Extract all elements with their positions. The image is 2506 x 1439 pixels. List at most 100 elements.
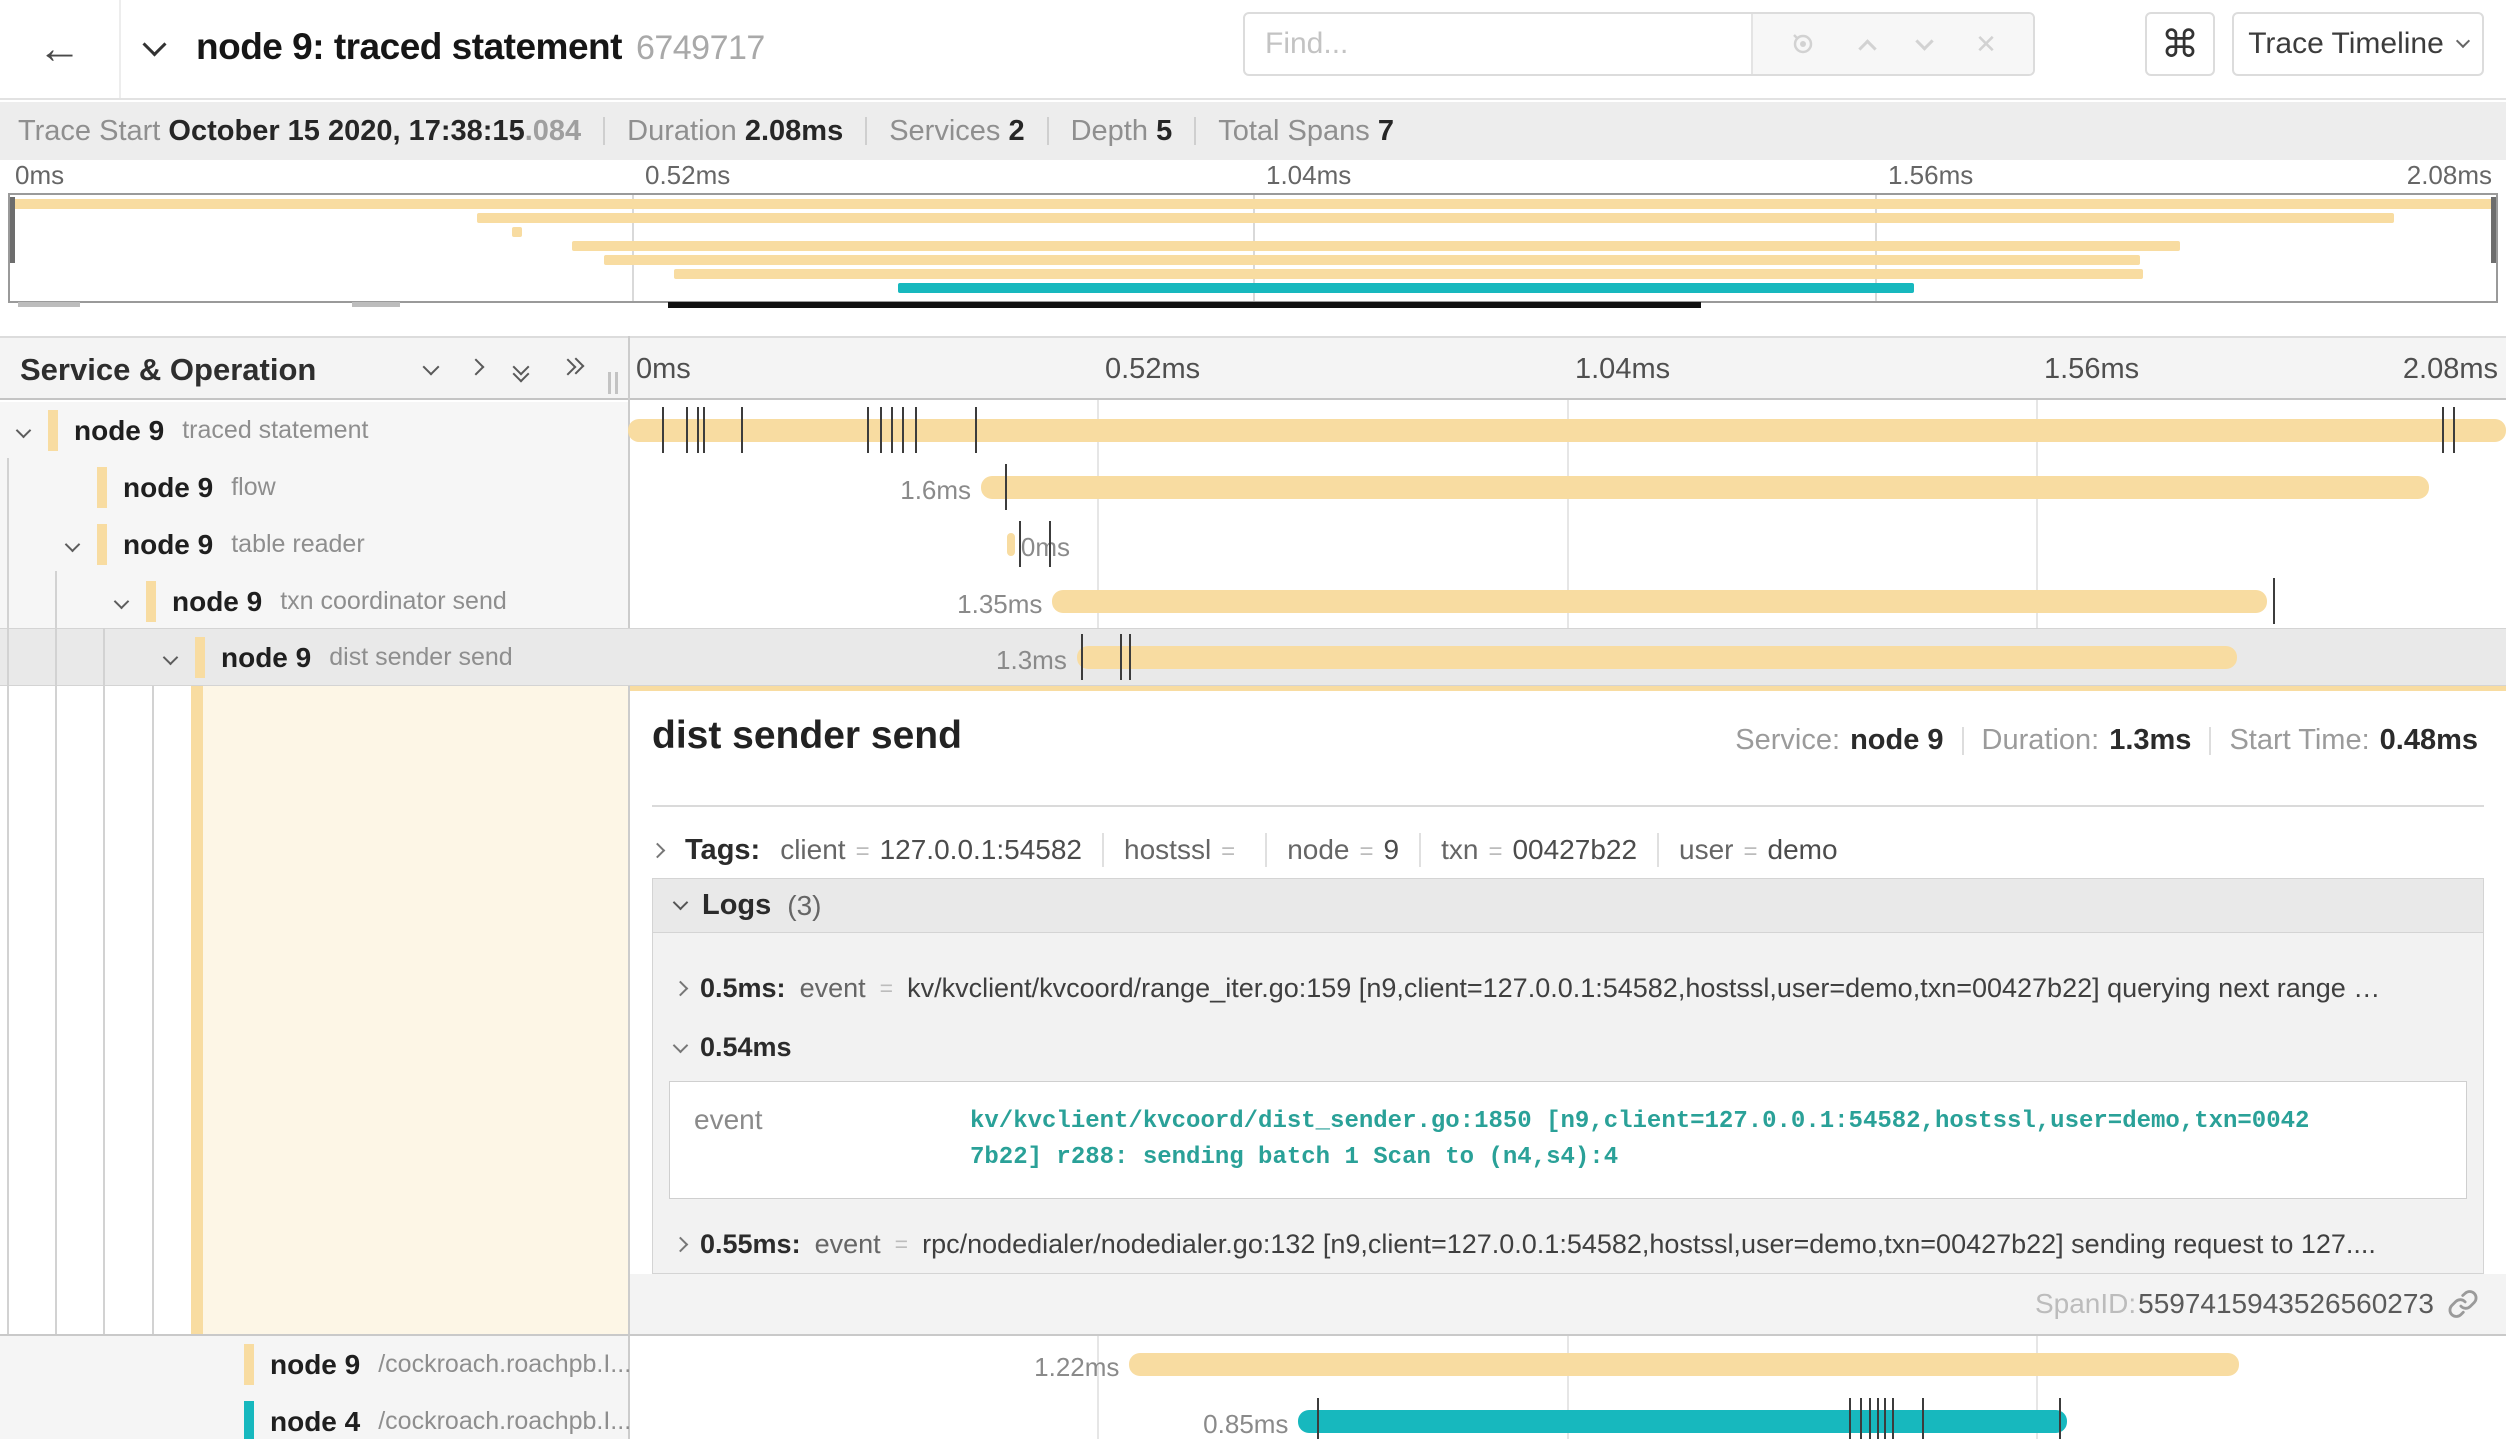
row-chevron-icon[interactable] xyxy=(165,652,195,663)
depth-value: 5 xyxy=(1156,115,1172,147)
start-time-meta-value: 0.48ms xyxy=(2380,724,2478,757)
log-tick-marks xyxy=(628,1336,2506,1393)
span-color-swatch xyxy=(244,1344,254,1385)
collapse-all-icon[interactable] xyxy=(515,360,527,377)
service-meta-label: Service: xyxy=(1735,724,1840,757)
row-chevron-icon[interactable] xyxy=(116,596,146,607)
services-value: 2 xyxy=(1008,115,1024,147)
column-resize-grip[interactable] xyxy=(608,372,622,394)
axis-tick: 2.08ms xyxy=(2403,353,2498,386)
deep-link-icon[interactable] xyxy=(2446,1287,2480,1321)
trace-start-label: Trace Start xyxy=(18,115,160,147)
minimap-selection-underline xyxy=(668,302,1701,308)
service-name: node 9 xyxy=(74,415,164,447)
locate-icon[interactable] xyxy=(1789,30,1817,58)
detail-divider xyxy=(652,805,2484,807)
axis-tick: 0.52ms xyxy=(645,160,730,191)
operation-name: flow xyxy=(231,473,275,502)
log-entry[interactable]: 0.5ms: event = kv/kvclient/kvcoord/range… xyxy=(653,957,2483,1019)
log-time: 0.54ms xyxy=(700,1032,792,1063)
service-name: node 9 xyxy=(270,1349,360,1381)
log-event-table: event kv/kvclient/kvcoord/dist_sender.go… xyxy=(669,1081,2467,1199)
span-id-strip: SpanID: 5597415943526560273 xyxy=(630,1274,2506,1334)
span-color-swatch xyxy=(97,467,107,508)
span-row[interactable]: node 9 traced statement xyxy=(0,402,2506,459)
axis-tick: 2.08ms xyxy=(2407,160,2492,191)
prev-match-icon[interactable] xyxy=(1861,34,1874,55)
minimap-right-handle[interactable] xyxy=(2491,197,2496,263)
log-tick-marks xyxy=(628,459,2506,516)
span-detail-panel: dist sender send Service:node 9 Duration… xyxy=(630,686,2506,1334)
log-entry-expanded[interactable]: 0.54ms xyxy=(653,1019,2483,1075)
clear-find-icon[interactable]: ✕ xyxy=(1975,29,1997,60)
service-operation-header: Service & Operation xyxy=(20,352,316,388)
timeline-minimap[interactable] xyxy=(8,193,2498,303)
service-meta-value: node 9 xyxy=(1850,724,1943,757)
total-spans-value: 7 xyxy=(1378,115,1394,147)
operation-name: txn coordinator send xyxy=(280,587,507,616)
view-selector-button[interactable]: Trace Timeline xyxy=(2232,12,2484,76)
tag-item: node=9 xyxy=(1287,834,1399,866)
row-chevron-icon[interactable] xyxy=(67,539,97,550)
services-label: Services xyxy=(889,115,1000,147)
duration-meta-label: Duration: xyxy=(1982,724,2100,757)
trace-id: 6749717 xyxy=(636,29,765,67)
page-title: node 9: traced statement6749717 xyxy=(196,26,765,68)
span-detail-accent xyxy=(630,686,2506,691)
tags-accordian[interactable]: Tags: client=127.0.0.1:54582 hostssl= no… xyxy=(652,824,2484,876)
collapse-one-icon[interactable] xyxy=(425,360,455,384)
log-entry[interactable]: 0.55ms: event = rpc/nodedialer/nodediale… xyxy=(653,1213,2483,1275)
span-color-swatch xyxy=(195,637,205,678)
logs-count: (3) xyxy=(787,890,821,922)
chevron-right-icon xyxy=(673,1236,689,1252)
next-match-icon[interactable] xyxy=(1918,35,1931,54)
log-tick-marks xyxy=(628,573,2506,630)
span-row[interactable]: node 9 flow 1.6ms xyxy=(0,459,2506,516)
log-time: 0.55ms: xyxy=(700,1229,801,1260)
span-detail-meta: Service: node 9 Duration: 1.3ms Start Time… xyxy=(1735,724,2478,757)
log-tick-marks xyxy=(628,629,2506,686)
chevron-down-icon xyxy=(673,1037,689,1053)
total-spans-label: Total Spans xyxy=(1218,115,1370,147)
expand-one-icon[interactable] xyxy=(470,360,500,384)
find-input[interactable] xyxy=(1245,14,1751,74)
tree-guide xyxy=(7,458,9,1439)
span-row-selected[interactable]: node 9 dist sender send 1.3ms xyxy=(0,629,2506,686)
logs-header[interactable]: Logs (3) xyxy=(653,879,2483,933)
start-time-meta-label: Start Time: xyxy=(2229,724,2369,757)
back-button[interactable]: ← xyxy=(0,0,121,98)
span-color-swatch xyxy=(244,1401,254,1439)
keyboard-shortcuts-button[interactable]: ⌘ xyxy=(2145,12,2215,76)
axis-tick: 0.52ms xyxy=(1105,353,1200,386)
trace-timeline-page: ← node 9: traced statement6749717 ✕ ⌘ Tr… xyxy=(0,0,2506,1439)
span-row[interactable]: node 9 table reader 0ms xyxy=(0,516,2506,573)
back-arrow-icon: ← xyxy=(38,27,82,71)
trace-info-bar: Trace Start October 15 2020, 17:38:15.08… xyxy=(0,102,2506,160)
log-event-value: kv/kvclient/kvcoord/dist_sender.go:1850 … xyxy=(970,1104,2315,1176)
span-row[interactable]: node 9 txn coordinator send 1.35ms xyxy=(0,573,2506,630)
axis-tick: 0ms xyxy=(636,353,691,386)
minimap-left-handle[interactable] xyxy=(10,197,15,263)
span-row[interactable]: node 4 /cockroach.roachpb.I... 0.85ms xyxy=(0,1393,2506,1439)
service-name: node 9 xyxy=(172,586,262,618)
duration-meta-value: 1.3ms xyxy=(2109,724,2191,757)
span-color-swatch xyxy=(97,524,107,565)
expand-all-icon[interactable] xyxy=(562,360,592,384)
minimap-spans xyxy=(10,195,2496,301)
service-name: node 9 xyxy=(221,642,311,674)
row-chevron-icon[interactable] xyxy=(18,425,48,436)
logs-label: Logs xyxy=(702,889,771,922)
axis-tick: 1.56ms xyxy=(1888,160,1973,191)
collapse-trace-chevron[interactable] xyxy=(146,36,170,60)
log-value: kv/kvclient/kvcoord/range_iter.go:159 [n… xyxy=(907,973,2380,1004)
timeline-header: Service & Operation 0ms 0.52ms 1.04ms 1.… xyxy=(0,336,2506,400)
chevron-right-icon xyxy=(650,842,666,858)
log-key: event xyxy=(800,973,866,1004)
log-event-key: event xyxy=(670,1104,970,1176)
depth-label: Depth xyxy=(1071,115,1148,147)
active-subtree-guide xyxy=(191,686,203,1334)
tag-item: txn=00427b22 xyxy=(1441,834,1637,866)
log-key: event xyxy=(815,1229,881,1260)
tag-item: user=demo xyxy=(1679,834,1838,866)
span-row[interactable]: node 9 /cockroach.roachpb.I... 1.22ms xyxy=(0,1336,2506,1393)
